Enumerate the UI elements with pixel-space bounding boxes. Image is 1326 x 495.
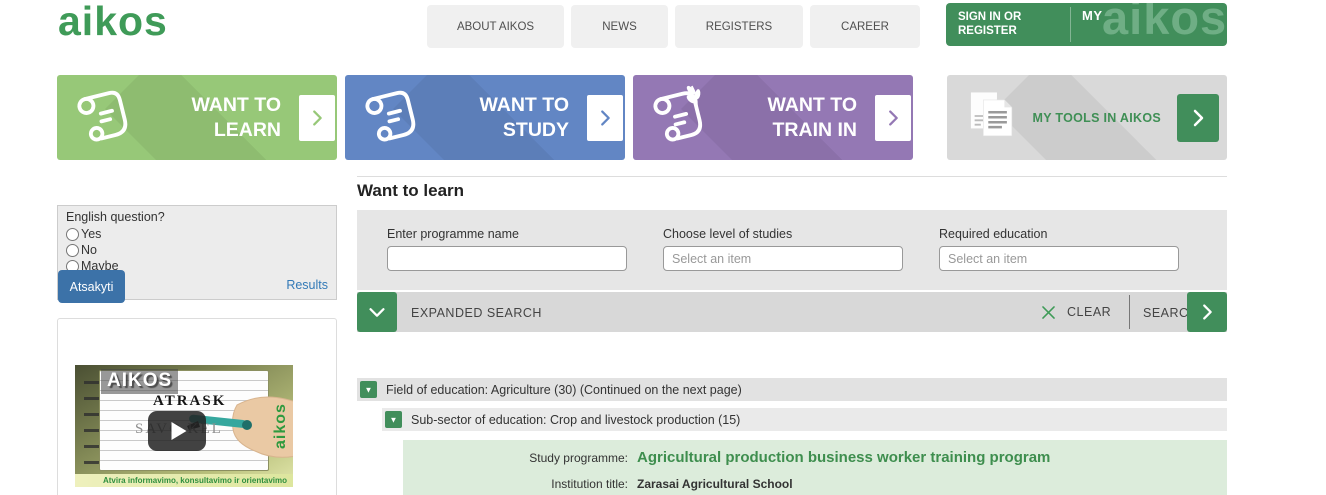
sign-in-register-label: SIGN IN OR REGISTER: [958, 10, 1062, 38]
nav-career[interactable]: CAREER: [810, 5, 920, 48]
banner-label: WANT TO STUDY: [479, 93, 569, 143]
spiral-binding: [84, 375, 99, 465]
poll-results-link[interactable]: Results: [286, 278, 328, 292]
top-nav: ABOUT AIKOS NEWS REGISTERS CAREER: [427, 5, 920, 48]
scroll-feather-icon: [647, 85, 711, 149]
thumbnail-text-1: ATRASK: [153, 393, 226, 410]
my-aikos-brand: aikos: [1102, 3, 1227, 45]
banner-want-to-learn[interactable]: WANT TO LEARN: [57, 75, 337, 160]
thumbnail-caption: Atvira informavimo, konsultavimo ir orie…: [75, 474, 293, 487]
expand-search-button[interactable]: [357, 292, 397, 332]
result-group-sub-sector[interactable]: Sub-sector of education: Crop and livest…: [382, 408, 1227, 431]
required-education-select[interactable]: [939, 246, 1179, 271]
clear-label: CLEAR: [1067, 305, 1111, 319]
divider: [357, 176, 1227, 177]
nav-news[interactable]: NEWS: [571, 5, 668, 48]
result-group-label: Field of education: Agriculture (30) (Co…: [386, 383, 742, 397]
banner-my-tools-in-aikos[interactable]: MY TOOLS IN AIKOS: [947, 75, 1227, 160]
programme-name-input[interactable]: [387, 246, 627, 271]
field-level-of-studies: Choose level of studies: [663, 227, 903, 271]
poll-option-label: No: [81, 243, 97, 257]
required-education-label: Required education: [939, 227, 1179, 241]
clear-button[interactable]: CLEAR: [1039, 292, 1111, 332]
divider: [1129, 295, 1130, 329]
page: aikos ABOUT AIKOS NEWS REGISTERS CAREER …: [0, 0, 1326, 495]
banner-label: WANT TO TRAIN IN: [767, 93, 857, 143]
aikos-logo[interactable]: aikos: [58, 0, 168, 45]
banner-want-to-train-in[interactable]: WANT TO TRAIN IN: [633, 75, 913, 160]
chevron-right-icon: [587, 95, 623, 141]
level-of-studies-label: Choose level of studies: [663, 227, 903, 241]
chevron-right-icon: [1196, 301, 1218, 323]
collapse-triangle-icon[interactable]: [360, 381, 377, 398]
radio-yes[interactable]: [66, 228, 79, 241]
programme-name-label: Enter programme name: [387, 227, 627, 241]
poll-option-label: Yes: [81, 227, 101, 241]
poll-question: English question?: [66, 210, 328, 224]
search-panel: Enter programme name Choose level of stu…: [357, 210, 1227, 290]
institution-title-value: Zarasai Agricultural School: [637, 477, 793, 491]
banner-label: MY TOOLS IN AIKOS: [1033, 111, 1162, 125]
signin-divider: [1070, 7, 1071, 42]
x-icon: [1039, 303, 1058, 322]
chevron-right-icon: [299, 95, 335, 141]
study-programme-link[interactable]: Agricultural production business worker …: [637, 449, 1050, 466]
chevron-right-icon: [1177, 94, 1219, 142]
scroll-icon: [359, 85, 423, 149]
sign-in-register-button[interactable]: SIGN IN OR REGISTER MY aikos: [946, 3, 1227, 46]
study-programme-label: Study programme:: [403, 451, 637, 465]
nav-registers[interactable]: REGISTERS: [675, 5, 803, 48]
page-title: Want to learn: [357, 181, 464, 201]
result-group-field-of-education[interactable]: Field of education: Agriculture (30) (Co…: [357, 378, 1227, 401]
expanded-search-bar: EXPANDED SEARCH CLEAR SEARCH: [357, 292, 1227, 332]
thumbnail-brand-overlay: AIKOS: [101, 369, 178, 394]
collapse-triangle-icon[interactable]: [385, 411, 402, 428]
video-thumbnail[interactable]: AIKOS ATRASK SAVO KEL aikos Atvira infor…: [75, 365, 293, 487]
poll-option-yes[interactable]: Yes: [66, 226, 328, 242]
scroll-icon: [71, 85, 135, 149]
programme-row: Study programme: Agricultural production…: [403, 449, 1227, 466]
banner-want-to-study[interactable]: WANT TO STUDY: [345, 75, 625, 160]
institution-row: Institution title: Zarasai Agricultural …: [403, 477, 1227, 491]
banner-label: WANT TO LEARN: [191, 93, 281, 143]
play-button[interactable]: [148, 411, 206, 451]
level-of-studies-select[interactable]: [663, 246, 903, 271]
documents-icon: [961, 85, 1025, 149]
study-programme-card[interactable]: Study programme: Agricultural production…: [403, 440, 1227, 495]
institution-title-label: Institution title:: [403, 477, 637, 491]
poll-widget: English question? Yes No Maybe Atsakyti …: [57, 205, 337, 300]
my-aikos-label: MY: [1082, 8, 1103, 23]
poll-option-no[interactable]: No: [66, 242, 328, 258]
result-group-label: Sub-sector of education: Crop and livest…: [411, 413, 740, 427]
search-button[interactable]: [1187, 292, 1227, 332]
expanded-search-label: EXPANDED SEARCH: [411, 306, 542, 320]
radio-no[interactable]: [66, 244, 79, 257]
poll-submit-button[interactable]: Atsakyti: [58, 270, 125, 303]
field-required-education: Required education: [939, 227, 1179, 271]
nav-about-aikos[interactable]: ABOUT AIKOS: [427, 5, 564, 48]
field-programme-name: Enter programme name: [387, 227, 627, 271]
thumbnail-side-brand: aikos: [272, 403, 290, 449]
chevron-down-icon: [366, 301, 388, 323]
chevron-right-icon: [875, 95, 911, 141]
video-card: AIKOS ATRASK SAVO KEL aikos Atvira infor…: [57, 318, 337, 495]
